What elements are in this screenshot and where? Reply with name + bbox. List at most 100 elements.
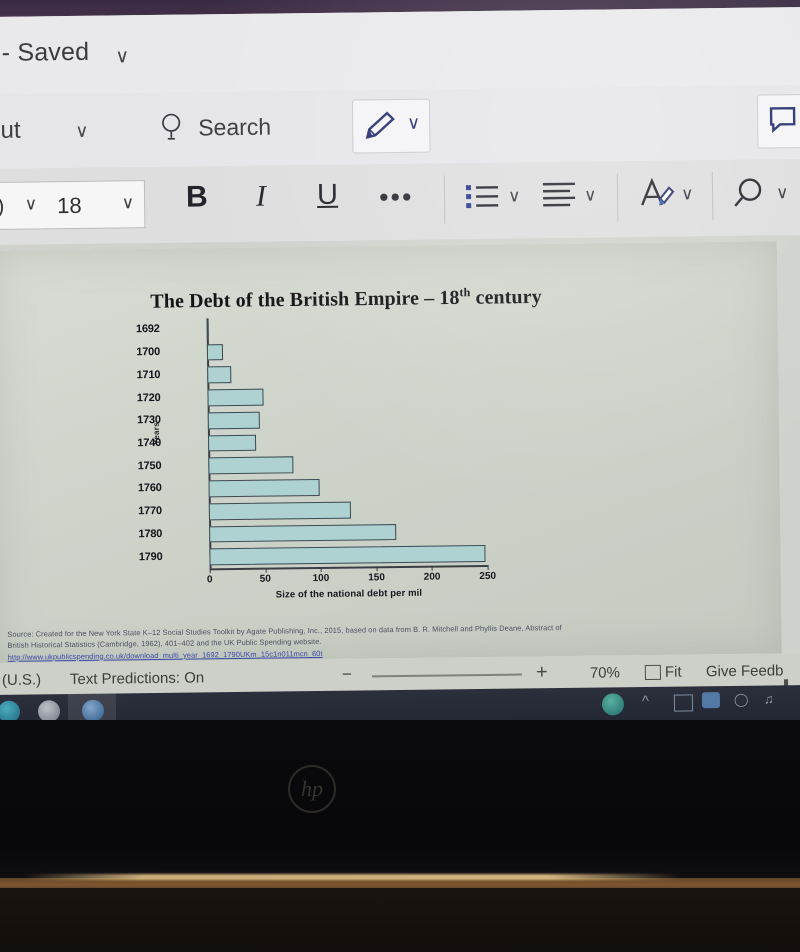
comment-button[interactable]: [756, 93, 800, 149]
x-tick-mark-200: [431, 565, 434, 571]
align-icon[interactable]: [540, 176, 580, 216]
tab-chevron-down-icon[interactable]: ∨: [75, 121, 88, 142]
photo-of-laptop-screen: R - Saved ∨ yout ∨ Search ∨: [0, 0, 800, 952]
font-size-chevron-down-icon[interactable]: ∨: [122, 193, 135, 213]
y-tick-1700: 1700: [136, 346, 161, 359]
word-window: R - Saved ∨ yout ∨ Search ∨: [0, 6, 800, 702]
font-size-select[interactable]: 18 ∨: [43, 180, 146, 230]
text-predictions-status[interactable]: Text Predictions: On: [70, 669, 204, 688]
fit-page-icon[interactable]: [644, 664, 662, 681]
tab-layout[interactable]: yout: [0, 117, 21, 146]
comment-icon: [769, 106, 796, 134]
zoom-in-button[interactable]: +: [536, 661, 548, 684]
y-tick-1710: 1710: [136, 368, 161, 382]
language-status[interactable]: sh (U.S.): [0, 671, 41, 689]
chart-title-tail: century: [470, 285, 542, 309]
bar-1750: [208, 456, 293, 475]
document-title: R - Saved: [0, 37, 90, 67]
more-formatting-button[interactable]: •••: [379, 182, 414, 213]
text-highlight-chevron-down-icon[interactable]: ∨: [681, 184, 694, 204]
chart-title: The Debt of the British Empire – 18th ce…: [150, 284, 542, 313]
x-axis-line: [209, 564, 488, 570]
x-tick-mark-50: [265, 567, 267, 573]
bar-1760: [208, 479, 320, 498]
desk-surface: [0, 888, 800, 952]
bar-1770: [208, 501, 352, 520]
bar-1730: [207, 411, 261, 430]
italic-button[interactable]: I: [256, 180, 266, 214]
title-bar: R - Saved ∨: [0, 6, 800, 96]
chart-title-superscript: th: [459, 285, 471, 300]
search-label[interactable]: Search: [198, 114, 271, 142]
document-page: The Debt of the British Empire – 18th ce…: [0, 241, 782, 663]
ribbon-row-tabs: yout ∨ Search ∨: [0, 84, 800, 170]
desk-light-reflection: [24, 874, 680, 880]
lightbulb-icon: [162, 113, 181, 140]
x-tick-mark-250: [487, 564, 489, 570]
editing-mode-button[interactable]: ∨: [351, 98, 431, 154]
y-tick-1730: 1730: [137, 414, 161, 427]
bullet-list-icon[interactable]: [464, 177, 504, 217]
bar-1740: [207, 434, 256, 452]
y-tick-1760: 1760: [137, 482, 162, 495]
bar-1780: [209, 523, 397, 543]
y-axis-tick-labels: 1692 1700 1710 1720 1730 1740 1750 1760 1770 1780…: [136, 315, 492, 563]
bar-1790: [209, 545, 486, 566]
speaker-icon[interactable]: ♫: [764, 691, 774, 706]
x-tick-mark-0: [209, 568, 211, 574]
x-tick-0: 0: [206, 574, 213, 586]
bar-1692: [206, 321, 210, 339]
font-name-select[interactable]: dy) ∨: [0, 181, 47, 231]
bar-series: [162, 315, 492, 566]
align-chevron-down-icon[interactable]: ∨: [584, 186, 597, 206]
y-tick-1780: 1780: [138, 527, 163, 541]
y-tick-1720: 1720: [136, 391, 161, 404]
bar-1710: [207, 366, 232, 384]
y-tick-1740: 1740: [137, 436, 162, 450]
bold-button[interactable]: B: [186, 180, 208, 214]
x-axis-tick-labels: 0 50 100 150 200 250: [162, 315, 496, 585]
weather-icon[interactable]: [601, 693, 625, 716]
x-tick-250: 250: [479, 570, 497, 583]
pen-chevron-down-icon[interactable]: ∨: [407, 113, 420, 134]
underline-button[interactable]: U: [317, 179, 338, 212]
bar-chart: Years 1692 1700 1710 1720 1730 1740 1750 1760 17…: [136, 315, 496, 601]
give-feedback-button[interactable]: Give Feedb: [706, 662, 784, 680]
font-size-value: 18: [57, 192, 82, 219]
pen-icon: [365, 111, 395, 140]
wifi-icon[interactable]: ◯: [734, 692, 749, 708]
chevron-up-icon[interactable]: ^: [642, 693, 649, 710]
zoom-out-button[interactable]: −: [342, 665, 352, 685]
x-tick-100: 100: [312, 572, 330, 585]
x-tick-50: 50: [259, 573, 271, 585]
font-name-chevron-down-icon[interactable]: ∨: [25, 194, 38, 214]
y-tick-1770: 1770: [138, 505, 162, 518]
x-axis-label: Size of the national debt per mil: [275, 587, 423, 601]
bar-1700: [206, 343, 223, 361]
magnifier-chevron-down-icon[interactable]: ∨: [776, 183, 789, 203]
bar-1720: [207, 388, 264, 407]
magnifier-icon[interactable]: [732, 173, 772, 213]
font-name-value: dy): [0, 194, 5, 219]
app-icon-selected[interactable]: [81, 699, 105, 722]
zoom-slider-track[interactable]: [371, 673, 789, 699]
toolbar-divider: [616, 173, 619, 222]
cloud-icon[interactable]: [701, 692, 721, 709]
x-tick-mark-150: [376, 566, 378, 572]
x-tick-mark-100: [320, 566, 322, 572]
toolbar-divider: [711, 172, 714, 221]
chat-icon[interactable]: [673, 694, 694, 712]
zoom-level-label[interactable]: 70%: [590, 664, 620, 681]
text-highlight-icon[interactable]: [636, 175, 679, 218]
chart-title-main: The Debt of the British Empire – 18: [150, 286, 460, 313]
title-chevron-down-icon[interactable]: ∨: [115, 45, 129, 68]
hp-logo: hp: [288, 765, 336, 813]
fit-label[interactable]: Fit: [665, 664, 682, 681]
formatting-toolbar: dy) ∨ 18 ∨ B I U ••• ∨ ∨ ∨ ∨: [0, 158, 800, 246]
bullet-list-chevron-down-icon[interactable]: ∨: [508, 187, 521, 207]
y-tick-1692: 1692: [135, 323, 160, 336]
y-tick-1750: 1750: [137, 459, 162, 472]
x-tick-200: 200: [423, 571, 441, 583]
source-line-2: British Historical Statistics (Cambridge…: [7, 637, 322, 651]
y-tick-1790: 1790: [138, 550, 163, 563]
